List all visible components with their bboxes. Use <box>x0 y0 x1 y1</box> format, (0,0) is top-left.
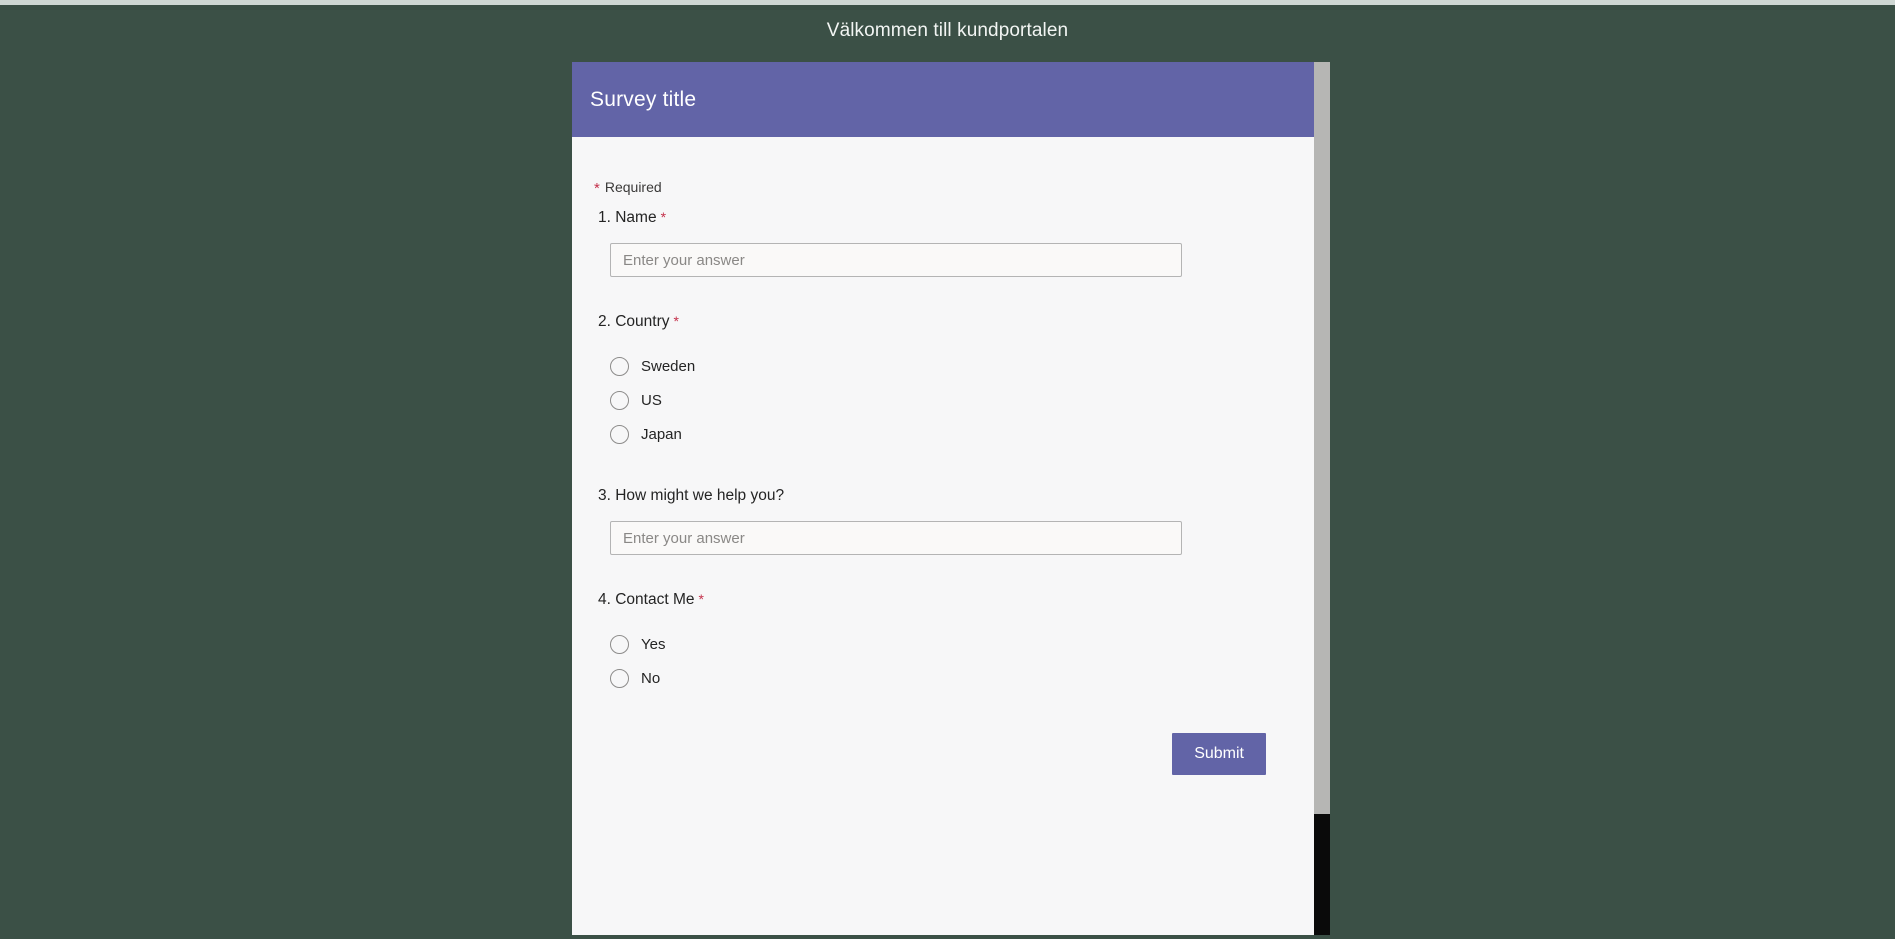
survey-scrollbar-track[interactable] <box>1314 62 1330 935</box>
radio-unchecked-icon[interactable] <box>610 390 629 410</box>
page-title: Välkommen till kundportalen <box>826 20 1069 41</box>
radio-unchecked-icon[interactable] <box>610 668 629 688</box>
radio-option-us[interactable]: US <box>610 383 1294 417</box>
question-3-answer-input[interactable] <box>610 521 1182 555</box>
question-1-answer-input[interactable] <box>610 243 1182 277</box>
radio-option-label: No <box>641 669 661 687</box>
radio-option-label: Yes <box>641 635 666 653</box>
radio-option-yes[interactable]: Yes <box>610 627 1294 661</box>
submit-row: Submit <box>592 733 1294 775</box>
radio-option-sweden[interactable]: Sweden <box>610 349 1294 383</box>
question-4-required-asterisk-icon: * <box>698 591 704 607</box>
radio-unchecked-icon[interactable] <box>610 634 629 654</box>
question-2-options: Sweden US Japan <box>610 349 1294 451</box>
radio-option-japan[interactable]: Japan <box>610 417 1294 451</box>
required-legend-label: Required <box>604 179 662 195</box>
radio-unchecked-icon[interactable] <box>610 356 629 376</box>
question-4: 4. Contact Me * Yes No <box>592 591 1294 695</box>
question-1: 1. Name * <box>592 209 1294 277</box>
question-2-label: 2. Country * <box>598 313 679 331</box>
question-4-options: Yes No <box>610 627 1294 695</box>
survey-body: * Required 1. Name * 2. Country * Sweden <box>572 179 1314 775</box>
question-3-label: 3. How might we help you? <box>598 487 784 505</box>
question-4-text: 4. Contact Me <box>598 591 695 608</box>
radio-option-label: Japan <box>641 425 682 443</box>
question-2-text: 2. Country <box>598 313 670 330</box>
survey-card: Survey title * Required 1. Name * 2. Cou… <box>572 62 1314 935</box>
survey-scrollbar-thumb[interactable] <box>1314 62 1330 814</box>
question-1-text: 1. Name <box>598 209 657 226</box>
survey-title: Survey title <box>590 87 697 111</box>
radio-option-label: US <box>641 391 662 409</box>
question-3-text: 3. How might we help you? <box>598 487 785 504</box>
question-4-label: 4. Contact Me * <box>598 591 704 609</box>
radio-unchecked-icon[interactable] <box>610 424 629 444</box>
submit-button[interactable]: Submit <box>1172 733 1266 775</box>
question-2: 2. Country * Sweden US Japan <box>592 313 1294 451</box>
required-asterisk-icon: * <box>594 180 600 197</box>
radio-option-no[interactable]: No <box>610 661 1294 695</box>
question-3: 3. How might we help you? <box>592 487 1294 555</box>
question-1-required-asterisk-icon: * <box>660 209 667 225</box>
page-header: Välkommen till kundportalen <box>0 5 1895 57</box>
required-legend: * Required <box>594 179 1294 197</box>
question-1-label: 1. Name * <box>598 209 666 227</box>
radio-option-label: Sweden <box>641 357 696 375</box>
survey-banner: Survey title <box>572 62 1314 137</box>
question-2-required-asterisk-icon: * <box>673 313 679 329</box>
